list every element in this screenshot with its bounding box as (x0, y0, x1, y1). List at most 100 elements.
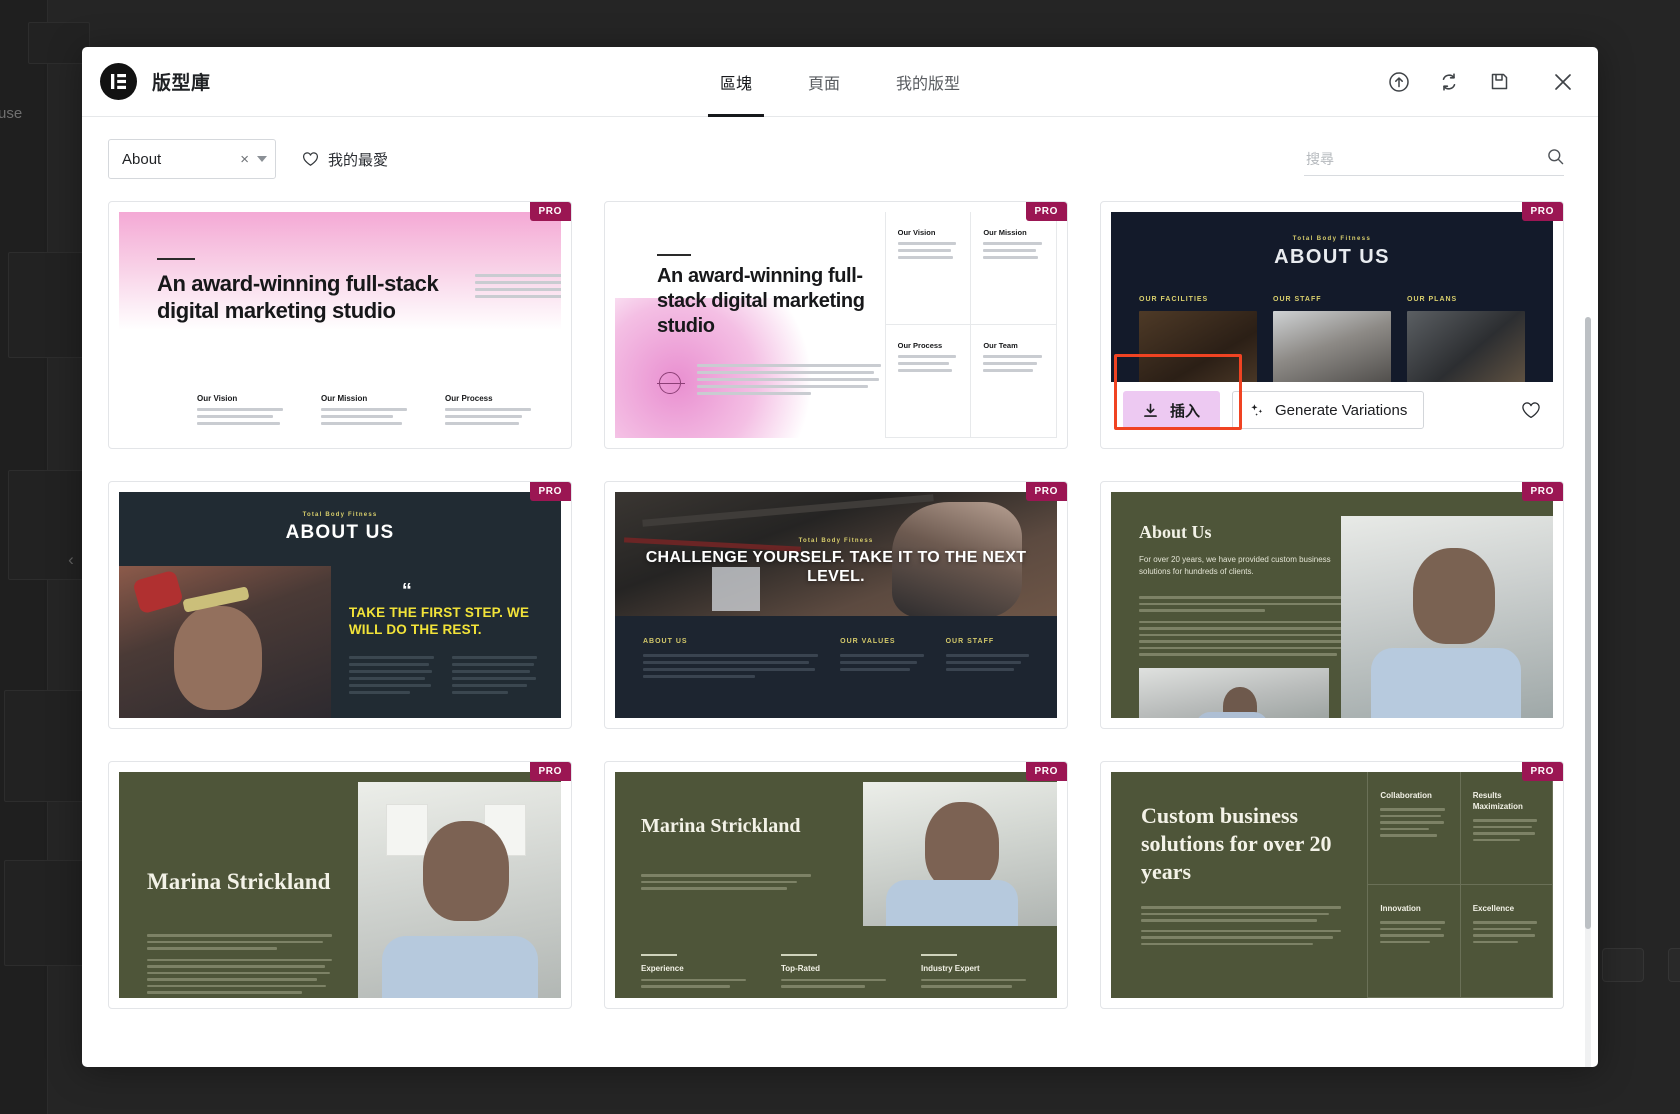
template-column-title: Our Team (983, 341, 1018, 350)
template-column-title: Innovation (1380, 904, 1421, 913)
template-thumbnail: Total Body Fitness CHALLENGE YOURSELF. T… (615, 492, 1057, 718)
tab-pages[interactable]: 頁面 (780, 47, 868, 117)
template-eyebrow: Total Body Fitness (798, 538, 874, 544)
generate-variations-button[interactable]: Generate Variations (1232, 391, 1425, 429)
favorite-toggle-heart-outline-icon[interactable] (1521, 401, 1541, 419)
upload-circle-icon[interactable] (1386, 69, 1412, 95)
template-column-title: Our Mission (321, 394, 368, 403)
tab-blocks[interactable]: 區塊 (692, 47, 780, 117)
template-thumbnail: Total Body Fitness ABOUT US “ TAKE THE F… (119, 492, 561, 718)
template-card[interactable]: PRO Total Body Fitness CHALLENGE YOURSEL… (604, 481, 1068, 729)
template-heading: Custom business solutions for over 20 ye… (1141, 803, 1332, 884)
grid-scrollbar[interactable] (1585, 317, 1591, 1067)
elementor-logo-icon (100, 63, 137, 100)
template-card-actions: 插入 Generate Variations (1111, 354, 1553, 438)
pro-badge: PRO (529, 762, 571, 781)
modal-toolbar: About × 我的最愛 (82, 117, 1598, 201)
template-column-title: Our Vision (197, 394, 238, 403)
search-icon[interactable] (1547, 148, 1564, 170)
template-grid-container: PRO An award-winning full-stack digital … (82, 201, 1598, 1067)
template-slogan: TAKE THE FIRST STEP. WE WILL DO THE REST… (348, 605, 530, 637)
template-subtitle: For over 20 years, we have provided cust… (1139, 555, 1331, 576)
close-icon[interactable] (1550, 69, 1576, 95)
template-column-title: Our Process (897, 341, 943, 350)
template-body-lines (475, 274, 561, 302)
template-column-title: Excellence (1472, 904, 1515, 913)
quote-glyph: “ (401, 580, 412, 602)
category-select-value: About (122, 150, 162, 168)
template-heading: Marina Strickland (641, 815, 801, 837)
page-title: 版型庫 (152, 73, 211, 94)
template-column-title: Our Mission (983, 228, 1027, 237)
template-column-title: ABOUT US (643, 638, 688, 645)
template-thumbnail: An award-winning full-stack digital mark… (615, 212, 1057, 438)
template-eyebrow: Total Body Fitness (302, 512, 378, 518)
template-heading: Marina Strickland (147, 869, 331, 894)
elementor-logo-glyph (111, 74, 126, 89)
template-card[interactable]: PRO An award-winning full-stack digital … (108, 201, 572, 449)
pro-badge: PRO (1521, 202, 1563, 221)
template-card[interactable]: PRO Total Body Fitness ABOUT US “ TAKE T… (108, 481, 572, 729)
template-column-title: Results Maximization (1472, 791, 1523, 811)
template-column-title: Industry Expert (921, 963, 980, 973)
template-column-title: OUR VALUES (840, 638, 896, 645)
template-column-title: Experience (641, 963, 684, 973)
template-heading: An award-winning full-stack digital mark… (157, 271, 439, 323)
modal-header: 版型庫 區塊 頁面 我的版型 (82, 47, 1598, 117)
modal-brand: 版型庫 (100, 63, 211, 100)
template-thumbnail: Custom business solutions for over 20 ye… (1111, 772, 1553, 998)
heart-icon (302, 152, 319, 166)
search-input[interactable] (1304, 150, 1564, 167)
clear-category-icon[interactable]: × (232, 151, 257, 168)
template-thumbnail: An award-winning full-stack digital mark… (119, 212, 561, 438)
pro-badge: PRO (1025, 762, 1067, 781)
template-column-title: Collaboration (1380, 791, 1432, 800)
download-icon (1144, 403, 1157, 417)
template-eyebrow: Total Body Fitness (1292, 236, 1372, 242)
sparkles-icon (1251, 404, 1263, 416)
category-select[interactable]: About × (108, 139, 276, 179)
save-icon[interactable] (1486, 69, 1512, 95)
template-card[interactable]: PRO An award-winning full-stack digital … (604, 201, 1068, 449)
template-column-title: OUR STAFF (1273, 296, 1322, 303)
template-heading: ABOUT US (285, 522, 395, 543)
modal-tabs: 區塊 頁面 我的版型 (692, 47, 988, 117)
insert-button[interactable]: 插入 (1123, 391, 1221, 429)
favorites-filter[interactable]: 我的最愛 (302, 149, 388, 170)
pro-badge: PRO (1025, 482, 1067, 501)
template-column-title: OUR STAFF (945, 638, 995, 645)
template-card-selected[interactable]: PRO Total Body Fitness ABOUT US OUR FACI… (1100, 201, 1564, 449)
search-field[interactable] (1304, 142, 1564, 176)
template-heading: CHALLENGE YOURSELF. TAKE IT TO THE NEXT … (645, 549, 1027, 585)
sync-icon[interactable] (1436, 69, 1462, 95)
template-grid: PRO An award-winning full-stack digital … (108, 201, 1564, 1009)
template-card[interactable]: PRO Custom business solutions for over 2… (1100, 761, 1564, 1009)
grid-scrollbar-thumb[interactable] (1585, 317, 1591, 929)
tab-my-templates[interactable]: 我的版型 (868, 47, 988, 117)
template-heading: ABOUT US (1274, 246, 1390, 268)
template-column-title: Our Process (445, 394, 493, 403)
template-column-title: Our Vision (897, 228, 936, 237)
template-card[interactable]: PRO About Us For over 20 years, we have … (1100, 481, 1564, 729)
template-thumbnail: About Us For over 20 years, we have prov… (1111, 492, 1553, 718)
template-card[interactable]: PRO Marina Strickland Experience Top-Rat… (604, 761, 1068, 1009)
generate-variations-label: Generate Variations (1275, 401, 1408, 419)
pro-badge: PRO (1025, 202, 1067, 221)
template-column-title: Top-Rated (781, 963, 820, 973)
template-thumbnail: Marina Strickland Experience Top-Rated I… (615, 772, 1057, 998)
template-thumbnail: Marina Strickland (119, 772, 561, 998)
insert-button-label: 插入 (1170, 402, 1201, 420)
pro-badge: PRO (1521, 762, 1563, 781)
template-library-modal: 版型庫 區塊 頁面 我的版型 About × 我的最愛 搜尋 PRO An aw… (82, 47, 1598, 1067)
chevron-down-icon[interactable] (257, 156, 267, 162)
modal-header-actions (1386, 69, 1576, 95)
template-heading: An award-winning full-stack digital mark… (657, 265, 865, 337)
pro-badge: PRO (529, 202, 571, 221)
template-card[interactable]: PRO Marina Strickland (108, 761, 572, 1009)
favorites-filter-label: 我的最愛 (328, 151, 389, 169)
template-column-title: OUR PLANS (1407, 296, 1458, 303)
template-column-title: OUR FACILITIES (1139, 296, 1209, 303)
template-heading: About Us (1139, 522, 1212, 542)
pro-badge: PRO (1521, 482, 1563, 501)
pro-badge: PRO (529, 482, 571, 501)
